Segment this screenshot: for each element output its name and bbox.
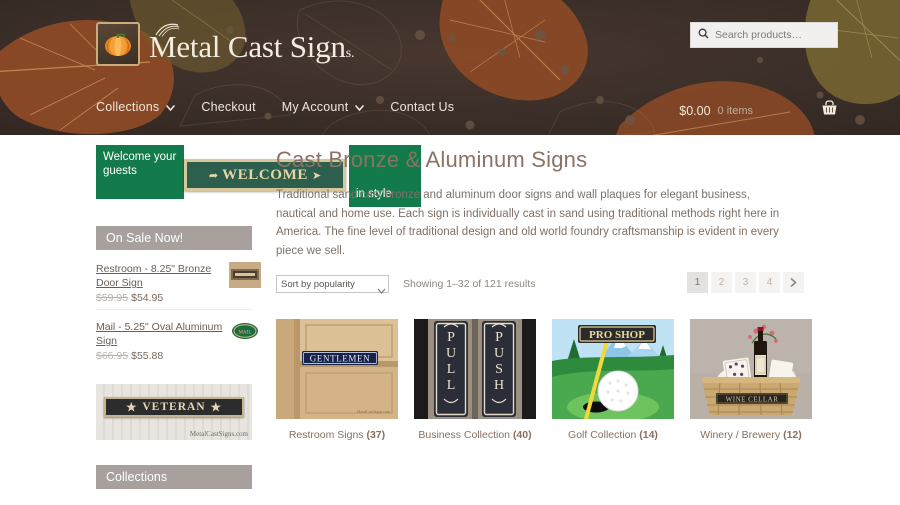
main-content: Cast Bronze & Aluminum Signs Traditional… (276, 147, 812, 441)
sale-item-thumbnail[interactable] (229, 262, 261, 288)
sale-item[interactable]: Mail - 5.25" Oval Aluminum Sign $66.95 $5… (96, 320, 261, 362)
product-category-grid: GENTLEMEN MetalCastSigns.com Restroom Si… (276, 319, 812, 441)
wine-cellar-basket-image[interactable]: WINE CELLAR (690, 319, 812, 419)
catalog-toolbar: Sort by popularity Sort by average ratin… (276, 272, 804, 301)
new-price: $55.88 (131, 350, 164, 362)
sort-select[interactable]: Sort by popularity Sort by average ratin… (276, 275, 389, 293)
svg-text:U: U (494, 346, 504, 361)
svg-text:L: L (447, 362, 456, 377)
old-price: $66.95 (96, 350, 129, 362)
sale-item[interactable]: Restroom - 8.25" Bronze Door Sign $59.95… (96, 262, 261, 310)
svg-text:MAIL: MAIL (239, 331, 252, 336)
category-description: Traditional sand cast bronze and aluminu… (276, 189, 780, 257)
widget-title-on-sale: On Sale Now! (96, 226, 252, 250)
svg-text:U: U (446, 346, 456, 361)
pull-push-plates-image[interactable]: P U L L P U S H (414, 319, 536, 419)
page-button-3[interactable]: 3 (735, 272, 756, 293)
category-count: (40) (512, 429, 532, 441)
search-box[interactable] (690, 22, 838, 48)
veteran-text: VETERAN (142, 401, 206, 413)
sale-item-thumbnail[interactable]: MAIL (229, 320, 261, 346)
logo-swish-icon (155, 23, 180, 37)
collections-list (96, 501, 252, 505)
search-input[interactable] (715, 29, 830, 41)
sidebar: Welcome your guests ➦ WELCOME ➤ in style… (96, 145, 421, 505)
svg-text:S: S (495, 362, 503, 377)
svg-text:PRO SHOP: PRO SHOP (589, 329, 645, 341)
veteran-plate-graphic: ★ VETERAN ★ (104, 397, 244, 417)
sale-item-price: $66.95 $55.88 (96, 350, 252, 362)
svg-text:P: P (447, 330, 455, 345)
page-title: Cast Bronze & Aluminum Signs (276, 147, 588, 172)
nav-item-collections[interactable]: Collections (96, 100, 176, 114)
old-price: $59.95 (96, 292, 129, 304)
product-category-label[interactable]: Golf Collection (14) (552, 429, 674, 441)
product-category-card[interactable]: PRO SHOP Golf Collection (14) (552, 319, 674, 441)
main-navigation: Collections Checkout My Account Contact … (96, 100, 454, 114)
star-icon: ★ (210, 402, 222, 414)
page-root: Metal Cast Signs. Search products… Colle… (0, 0, 900, 505)
category-name: Business Collection (418, 429, 511, 441)
next-page-button[interactable] (783, 272, 804, 293)
category-count: (14) (639, 429, 658, 441)
svg-text:L: L (447, 378, 456, 393)
product-category-card[interactable]: WINE CELLAR Winery / Brewery (12) (690, 319, 812, 441)
chevron-right-icon (790, 278, 797, 287)
svg-text:WINE CELLAR: WINE CELLAR (726, 396, 779, 404)
logo-tail: s. (345, 45, 355, 61)
category-count: (37) (366, 429, 386, 441)
pumpkin-icon (96, 22, 140, 66)
svg-text:P: P (495, 330, 503, 345)
page-button-1[interactable]: 1 (687, 272, 708, 293)
chevron-down-icon[interactable] (166, 100, 176, 114)
svg-text:MetalCastSigns.com: MetalCastSigns.com (357, 409, 391, 414)
divider (96, 309, 252, 310)
nav-label: Collections (96, 100, 160, 114)
page-button-4[interactable]: 4 (759, 272, 780, 293)
product-category-label[interactable]: Winery / Brewery (12) (690, 429, 812, 441)
cart-item-count: 0 items (717, 104, 753, 117)
site-header: Metal Cast Signs. Search products… Colle… (0, 0, 900, 135)
sale-item-price: $59.95 $54.95 (96, 292, 252, 304)
pro-shop-golf-image[interactable]: PRO SHOP (552, 319, 674, 419)
pagination: 1 2 3 4 (687, 272, 804, 293)
category-name: Winery / Brewery (700, 429, 781, 441)
page-body: Welcome your guests ➦ WELCOME ➤ in style… (0, 135, 900, 505)
nav-label: Contact Us (390, 100, 455, 114)
nav-label: Checkout (201, 100, 256, 114)
cart-total: $0.00 (679, 103, 711, 118)
veteran-banner-image[interactable]: ★ VETERAN ★ MetalCastSigns.com (96, 384, 252, 440)
sale-item-name[interactable]: Mail - 5.25" Oval Aluminum Sign (96, 320, 226, 348)
nav-item-contact-us[interactable]: Contact Us (390, 100, 454, 114)
left-arrow-icon: ➦ (208, 169, 219, 182)
result-count: Showing 1–32 of 121 results (403, 278, 536, 290)
product-category-card[interactable]: P U L L P U S H Business Collection (40) (414, 319, 536, 441)
welcome-banner-left-text: Welcome your guests (96, 145, 184, 199)
product-category-label[interactable]: Restroom Signs (37) (276, 429, 398, 441)
category-name: Golf Collection (568, 429, 637, 441)
nav-item-my-account[interactable]: My Account (282, 100, 365, 114)
category-count: (12) (783, 429, 802, 441)
sale-item-name[interactable]: Restroom - 8.25" Bronze Door Sign (96, 262, 224, 290)
nav-label: My Account (281, 100, 349, 114)
category-name: Restroom Signs (288, 429, 364, 441)
site-logo[interactable]: Metal Cast Signs. (96, 22, 355, 66)
product-category-card[interactable]: GENTLEMEN MetalCastSigns.com Restroom Si… (276, 319, 398, 441)
widget-title-collections: Collections (96, 465, 252, 489)
svg-text:H: H (494, 378, 504, 393)
chevron-down-icon[interactable] (355, 100, 365, 114)
gentlemen-door-sign-image[interactable]: GENTLEMEN MetalCastSigns.com (276, 319, 398, 419)
new-price: $54.95 (131, 292, 164, 304)
svg-text:GENTLEMEN: GENTLEMEN (310, 354, 370, 364)
nav-item-checkout[interactable]: Checkout (201, 100, 255, 114)
page-button-2[interactable]: 2 (711, 272, 732, 293)
list-item[interactable] (96, 501, 252, 505)
product-category-label[interactable]: Business Collection (40) (414, 429, 536, 441)
search-icon (698, 26, 709, 44)
shopping-basket-icon[interactable] (821, 100, 838, 121)
cart-summary[interactable]: $0.00 0 items (679, 100, 838, 121)
veteran-watermark: MetalCastSigns.com (189, 430, 248, 438)
star-icon: ★ (126, 402, 138, 414)
